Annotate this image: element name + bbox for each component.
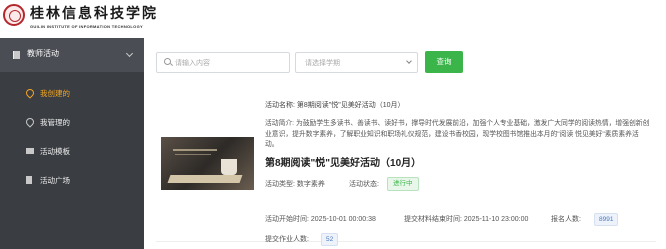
flag-icon [26, 176, 32, 184]
sidebar-item-label: 活动模板 [40, 147, 70, 156]
activity-cover-image[interactable] [161, 137, 254, 190]
activity-status-label: 活动状态: [349, 181, 379, 188]
cover-text-line [173, 149, 217, 151]
search-input-box[interactable] [156, 52, 290, 73]
sidebar-item-label: 活动广场 [40, 176, 70, 185]
sidebar-section-label: 教师活动 [27, 49, 59, 58]
sidebar-item-my-managed[interactable]: 我管理的 [0, 109, 144, 137]
semester-select[interactable]: 请选择学期 [295, 52, 418, 73]
sidebar-item-activity-square[interactable]: 活动广场 [0, 167, 144, 195]
cover-cup [221, 159, 237, 175]
sidebar-item-label: 我创建的 [40, 89, 70, 98]
enroll-count-label: 报名人数: [551, 216, 581, 223]
sidebar-item-activity-template[interactable]: 活动模板 [0, 138, 144, 166]
status-badge: 进行中 [387, 177, 419, 191]
submit-count-badge: 52 [321, 233, 339, 246]
location-pin-icon [24, 116, 36, 128]
location-pin-icon [24, 87, 36, 99]
submit-count-label: 提交作业人数: [265, 236, 309, 243]
template-icon [26, 148, 34, 154]
activity-start-time: 活动开始时间: 2025-10-01 00:00:38 [265, 216, 376, 223]
semester-select-placeholder: 请选择学期 [305, 60, 340, 67]
activity-title[interactable]: 第8期阅读"悦"见美好活动（10月） [265, 158, 421, 170]
sidebar-item-my-created[interactable]: 我创建的 [0, 80, 144, 108]
search-input[interactable] [175, 56, 285, 70]
sidebar-item-label: 我管理的 [40, 118, 70, 127]
sidebar: 教师活动 我创建的 我管理的 活动模板 活动广场 [0, 38, 144, 249]
cover-text-line [175, 154, 211, 155]
query-button[interactable]: 查询 [425, 51, 463, 73]
app-header: 桂林信息科技学院 GUILIN INSTITUTE OF INFORMATION… [0, 0, 666, 38]
school-name-cn: 桂林信息科技学院 [30, 6, 158, 22]
school-seal-logo [3, 4, 25, 26]
flag-icon [13, 51, 20, 59]
cover-book [167, 175, 243, 183]
activity-intro: 活动简介: 为鼓励学生多读书、善读书、读好书，撑导时代发展前沿，加强个人专业基础… [265, 120, 650, 148]
sidebar-section-teacher-activity[interactable]: 教师活动 [0, 38, 144, 72]
activity-name: 活动名称: 第8期阅读"悦"见美好活动（10月） [265, 102, 405, 109]
main-content: 请选择学期 查询 活动名称: 第8期阅读"悦"见美好活动（10月） 活动简介: … [144, 38, 666, 249]
activity-card: 活动名称: 第8期阅读"悦"见美好活动（10月） 活动简介: 为鼓励学生多读书、… [156, 92, 656, 246]
chevron-down-icon [406, 58, 412, 64]
activity-end-time: 提交材料结束时间: 2025-11-10 23:00:00 [404, 216, 529, 223]
chevron-down-icon [125, 49, 134, 58]
search-icon [164, 58, 171, 65]
enroll-count-badge: 8991 [594, 213, 619, 226]
school-name-en: GUILIN INSTITUTE OF INFORMATION TECHNOLO… [30, 24, 143, 29]
activity-type: 活动类型: 数字素养 [265, 181, 325, 188]
